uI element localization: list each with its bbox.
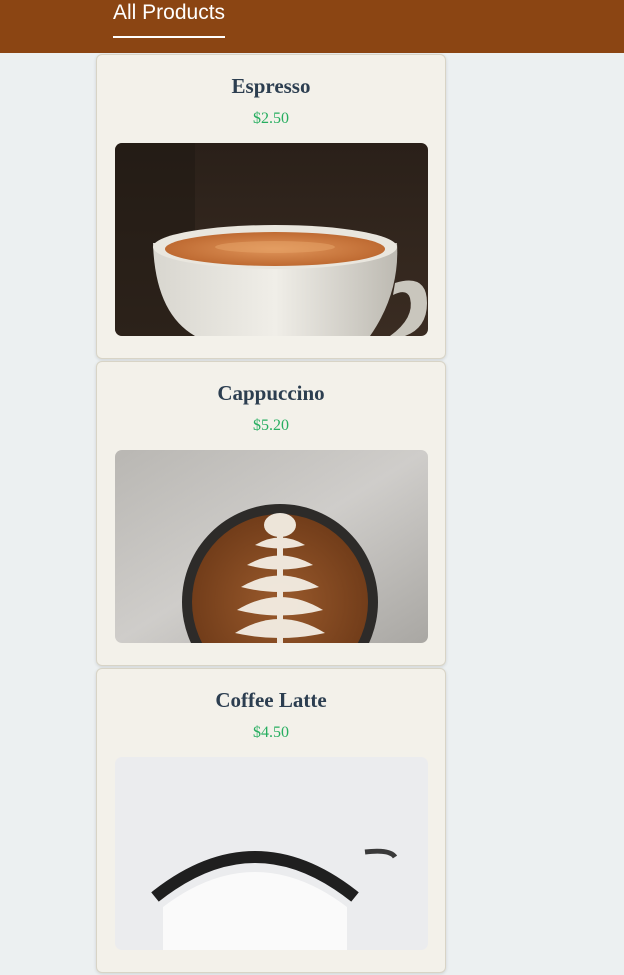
product-card-cappuccino[interactable]: Cappuccino $5.20 [96,361,446,666]
latte-cup-photo [115,757,428,950]
top-navigation-bar: All Products [0,0,624,53]
product-card-espresso[interactable]: Espresso $2.50 [96,54,446,359]
product-name: Coffee Latte [215,688,327,712]
product-list: Espresso $2.50 Cappuccino $5.20 Coffee L… [96,54,446,975]
espresso-cup-photo [115,143,428,336]
product-price: $5.20 [253,417,289,434]
product-name: Cappuccino [217,381,325,405]
tab-all-products[interactable]: All Products [113,0,226,38]
cappuccino-latte-art-photo [115,450,428,643]
product-card-coffee-latte[interactable]: Coffee Latte $4.50 [96,668,446,973]
product-name: Espresso [231,74,311,98]
product-price: $4.50 [253,724,289,741]
product-price: $2.50 [253,110,289,127]
